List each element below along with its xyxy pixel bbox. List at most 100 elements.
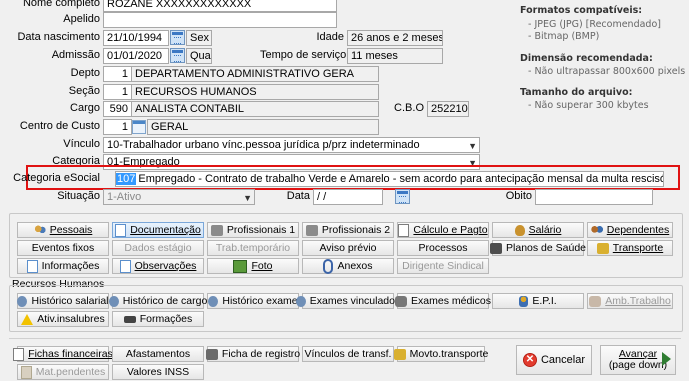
nasc-label: Data nascimento xyxy=(17,31,100,43)
tempo-label: Tempo de serviço xyxy=(260,49,347,61)
exames-medicos-label: Exames médicos xyxy=(411,295,491,307)
photo-icon xyxy=(233,259,248,273)
informacoes-label: Informações xyxy=(41,260,100,272)
dependentes-label: Dependentes xyxy=(606,224,670,236)
cat-esocial-field[interactable]: 107 Empregado - Contrato de trabalho Verd… xyxy=(115,171,664,187)
mat-pendentes-button[interactable]: Mat.pendentes xyxy=(17,364,109,380)
calendar-icon[interactable] xyxy=(170,48,185,63)
trab-temporario-button[interactable]: Trab.temporário xyxy=(207,240,299,256)
exames-vinculados-button[interactable]: Exames vinculados xyxy=(295,293,400,309)
graduation-cap-icon xyxy=(123,315,136,323)
historico-salarial-button[interactable]: Histórico salarial xyxy=(17,293,109,309)
cc-code[interactable]: 1 xyxy=(103,119,132,135)
foto-button[interactable]: Foto xyxy=(207,258,299,274)
warning-icon xyxy=(21,313,34,325)
dimension-title: Dimensão recomendada: xyxy=(520,53,653,64)
salario-button[interactable]: Salário xyxy=(492,222,584,238)
admissao-label: Admissão xyxy=(51,49,100,61)
cargo-code[interactable]: 590 xyxy=(103,101,132,117)
valores-inss-label: Valores INSS xyxy=(126,366,190,378)
pessoais-label: Pessoais xyxy=(49,224,93,236)
family-icon xyxy=(590,224,603,236)
formacoes-label: Formações xyxy=(139,313,193,325)
handshake-icon xyxy=(589,295,602,307)
format-item: - Bitmap (BMP) xyxy=(528,31,600,42)
calendar-icon[interactable] xyxy=(170,30,185,45)
lookup-icon[interactable] xyxy=(132,120,146,134)
chevron-down-icon: ▼ xyxy=(243,193,252,203)
close-icon: ✕ xyxy=(522,353,537,367)
fichas-financeiras-button[interactable]: Fichas financeiras xyxy=(13,346,113,362)
profissionais1-button[interactable]: Profissionais 1 xyxy=(207,222,299,238)
movto-transporte-button[interactable]: Movto.transporte xyxy=(393,346,488,362)
vinculos-transf-label: Vínculos de transf. xyxy=(304,348,392,360)
profissionais2-button[interactable]: Profissionais 2 xyxy=(302,222,394,238)
observacoes-button[interactable]: Observações xyxy=(112,258,204,274)
documentacao-button[interactable]: Documentação xyxy=(112,222,204,238)
obito-field[interactable] xyxy=(535,189,653,205)
cbo-label: C.B.O xyxy=(394,102,424,114)
valores-inss-button[interactable]: Valores INSS xyxy=(112,364,204,380)
eventos-fixos-button[interactable]: Eventos fixos xyxy=(17,240,109,256)
depto-code[interactable]: 1 xyxy=(103,66,132,82)
formats-title: Formatos compatíveis: xyxy=(520,5,643,16)
vinculo-value: 10-Trabalhador urbano vínc.pessoa jurídi… xyxy=(107,139,420,151)
format-item: - JPEG (JPG) [Recomendado] xyxy=(528,19,661,30)
calculo-label: Cálculo e Pagto xyxy=(413,224,488,236)
health-plan-icon xyxy=(490,242,503,254)
historico-exame-label: Histórico exame xyxy=(222,295,298,307)
cat-esocial-value: Empregado - Contrato de trabalho Verde e… xyxy=(138,173,663,185)
cat-esocial-code[interactable]: 107 xyxy=(116,173,137,185)
ficha-registro-button[interactable]: Ficha de registro xyxy=(205,346,300,362)
anexos-button[interactable]: Anexos xyxy=(302,258,394,274)
historico-cargo-button[interactable]: Histórico de cargo xyxy=(108,293,207,309)
secao-code[interactable]: 1 xyxy=(103,84,132,100)
situacao-value: 1-Ativo xyxy=(107,191,142,203)
salario-label: Salário xyxy=(528,224,562,236)
informacoes-button[interactable]: Informações xyxy=(17,258,109,274)
data-label: Data xyxy=(286,190,310,202)
exames-vinculados-label: Exames vinculados xyxy=(309,295,401,307)
data-field[interactable]: / / xyxy=(313,189,383,205)
amb-trabalho-label: Amb.Trabalho xyxy=(605,295,671,307)
bus-icon xyxy=(393,348,406,360)
dependentes-button[interactable]: Dependentes xyxy=(587,222,673,238)
aviso-previo-button[interactable]: Aviso prévio xyxy=(302,240,394,256)
stethoscope-icon xyxy=(395,295,408,307)
processos-button[interactable]: Processos xyxy=(397,240,489,256)
mat-pendentes-label: Mat.pendentes xyxy=(35,366,106,378)
dirigente-sindical-button[interactable]: Dirigente Sindical xyxy=(397,258,489,274)
situacao-select[interactable]: 1-Ativo ▼ xyxy=(103,189,255,205)
obito-label: Obito xyxy=(505,190,532,202)
calculo-button[interactable]: Cálculo e Pagto xyxy=(397,222,489,238)
exames-medicos-button[interactable]: Exames médicos xyxy=(395,293,491,309)
dados-estagio-button[interactable]: Dados estágio xyxy=(112,240,204,256)
documentacao-label: Documentação xyxy=(130,224,201,236)
pessoais-button[interactable]: Pessoais xyxy=(17,222,109,238)
money-bag-icon xyxy=(514,224,525,236)
calendar-icon[interactable] xyxy=(395,189,410,204)
apelido-field[interactable] xyxy=(103,12,337,28)
profissionais1-label: Profissionais 1 xyxy=(226,224,296,236)
epi-button[interactable]: E.P.I. xyxy=(492,293,584,309)
amb-trabalho-button[interactable]: Amb.Trabalho xyxy=(587,293,673,309)
briefcase-icon xyxy=(210,224,223,236)
historico-cargo-label: Histórico de cargo xyxy=(122,295,208,307)
cancel-button[interactable]: ✕ Cancelar xyxy=(516,345,592,375)
nome-field[interactable]: ROZANE XXXXXXXXXXXXX xyxy=(103,0,337,12)
ativ-insalubres-button[interactable]: Ativ.insalubres xyxy=(17,311,109,327)
nasc-field[interactable]: 21/10/1994 xyxy=(103,30,169,46)
afastamentos-button[interactable]: Afastamentos xyxy=(112,346,204,362)
history-icon xyxy=(208,295,219,307)
planos-saude-button[interactable]: Planos de Saúde xyxy=(490,240,586,256)
formacoes-button[interactable]: Formações xyxy=(112,311,204,327)
historico-exame-button[interactable]: Histórico exame xyxy=(207,293,299,309)
transporte-button[interactable]: Transporte xyxy=(587,240,673,256)
vinculo-select[interactable]: 10-Trabalhador urbano vínc.pessoa jurídi… xyxy=(103,137,480,153)
foto-label: Foto xyxy=(251,260,273,272)
admissao-field[interactable]: 01/01/2020 xyxy=(103,48,169,64)
processos-label: Processos xyxy=(418,242,468,254)
paperclip-icon xyxy=(323,258,334,274)
vinculos-transf-button[interactable]: Vínculos de transf. xyxy=(302,346,394,362)
cc-value: GERAL xyxy=(147,119,379,135)
